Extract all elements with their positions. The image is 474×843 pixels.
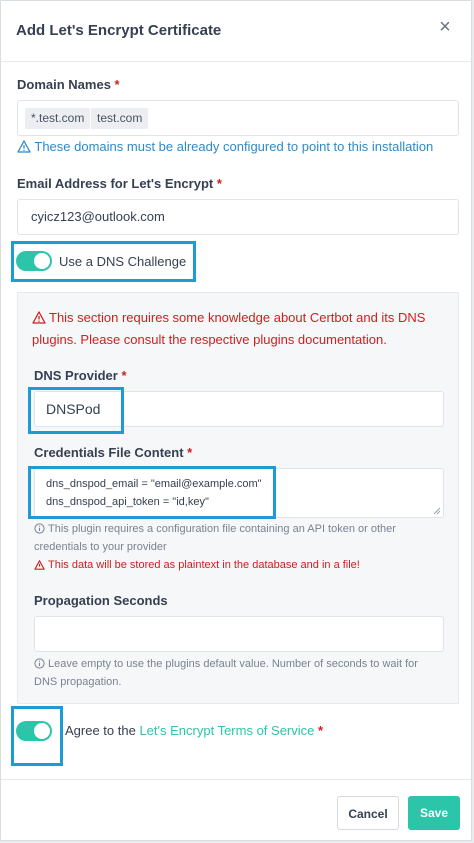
required-mark: *: [187, 445, 193, 460]
credentials-textarea[interactable]: dns_dnspod_email = "email@example.com" d…: [34, 468, 444, 518]
dns-challenge-label: Use a DNS Challenge: [59, 254, 187, 269]
credentials-label: Credentials File Content *: [34, 445, 192, 460]
modal-dialog: Add Let's Encrypt Certificate × Domain N…: [0, 0, 472, 841]
domain-names-input[interactable]: *.test.com test.com: [17, 100, 459, 136]
dns-challenge-toggle[interactable]: [16, 251, 52, 271]
required-mark: *: [121, 368, 127, 383]
dns-provider-label: DNS Provider *: [34, 368, 127, 383]
dns-challenge-panel: This section requires some knowledge abo…: [17, 292, 459, 704]
terms-label: Agree to the Let's Encrypt Terms of Serv…: [65, 723, 323, 738]
terms-toggle[interactable]: [16, 721, 52, 741]
alert-triangle-icon: [34, 560, 45, 570]
required-mark: *: [216, 176, 222, 191]
modal-header: Add Let's Encrypt Certificate ×: [1, 1, 471, 62]
dns-warning-text: This section requires some knowledge abo…: [32, 310, 426, 347]
email-label: Email Address for Let's Encrypt *: [17, 176, 222, 191]
domain-hint-text: These domains must be already configured…: [34, 139, 434, 154]
dns-provider-select[interactable]: DNSPod: [34, 391, 444, 427]
close-icon[interactable]: ×: [435, 17, 455, 37]
resize-handle-icon[interactable]: [433, 507, 441, 515]
email-label-text: Email Address for Let's Encrypt: [17, 176, 214, 191]
credentials-line: dns_dnspod_api_token = "id,key": [46, 496, 209, 508]
credentials-line: dns_dnspod_email = "email@example.com": [46, 478, 262, 490]
modal-footer: Cancel Save: [1, 779, 471, 842]
email-field[interactable]: cyicz123@outlook.com: [17, 199, 459, 235]
credentials-label-text: Credentials File Content: [34, 445, 184, 460]
domain-tag[interactable]: *.test.com: [25, 108, 91, 129]
dns-provider-label-text: DNS Provider: [34, 368, 118, 383]
save-button[interactable]: Save: [408, 796, 460, 830]
cancel-button[interactable]: Cancel: [337, 796, 399, 830]
credentials-warning-text: This data will be stored as plaintext in…: [48, 559, 360, 571]
domain-names-label: Domain Names *: [17, 77, 120, 92]
required-mark: *: [114, 77, 120, 92]
propagation-label: Propagation Seconds: [34, 593, 168, 608]
terms-of-service-link[interactable]: Let's Encrypt Terms of Service: [139, 723, 314, 738]
modal-title: Add Let's Encrypt Certificate: [16, 22, 222, 39]
terms-prefix: Agree to the: [65, 723, 140, 738]
propagation-seconds-input[interactable]: [34, 616, 444, 652]
domain-tag[interactable]: test.com: [91, 108, 149, 129]
domain-names-label-text: Domain Names: [17, 77, 111, 92]
alert-triangle-icon: [17, 140, 31, 153]
required-mark: *: [318, 723, 324, 738]
propagation-help-text: Leave empty to use the plugins default v…: [34, 658, 418, 688]
domain-hint: These domains must be already configured…: [17, 139, 433, 154]
credentials-help-text: This plugin requires a configuration fil…: [34, 523, 396, 553]
